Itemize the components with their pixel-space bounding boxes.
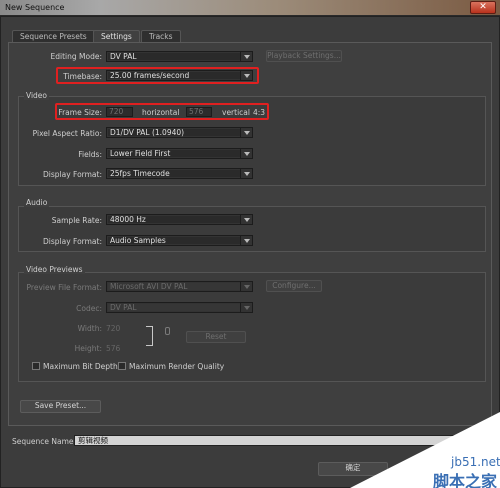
tab-sequence-presets[interactable]: Sequence Presets [12, 30, 95, 42]
max-bit-depth-label: Maximum Bit Depth [43, 362, 118, 371]
link-icon[interactable] [165, 327, 170, 335]
configure-button[interactable]: Configure... [266, 280, 322, 292]
sequence-name-input[interactable]: 剪辑视频 [74, 435, 488, 446]
reset-button[interactable]: Reset [186, 331, 246, 343]
chevron-down-icon [240, 303, 252, 312]
chevron-down-icon [240, 282, 252, 291]
width-label: Width: [77, 324, 102, 333]
horizontal-label: horizontal [142, 108, 180, 117]
audio-display-format-label: Display Format: [43, 237, 102, 246]
max-render-quality-checkbox[interactable] [118, 362, 126, 370]
preview-file-format-label: Preview File Format: [26, 283, 102, 292]
sequence-name-label: Sequence Name: [12, 437, 77, 446]
chevron-down-icon [240, 52, 252, 61]
tab-settings[interactable]: Settings [93, 30, 140, 42]
chevron-down-icon [240, 236, 252, 245]
timebase-label: Timebase: [63, 72, 102, 81]
timebase-value: 25.00 frames/second [110, 71, 190, 80]
preview-file-format-value: Microsoft AVI DV PAL [110, 282, 188, 291]
video-previews-group-title: Video Previews [24, 265, 85, 274]
pixel-aspect-label: Pixel Aspect Ratio: [32, 129, 102, 138]
chevron-down-icon [240, 149, 252, 158]
sample-rate-label: Sample Rate: [51, 216, 102, 225]
codec-select[interactable]: DV PAL [106, 302, 253, 313]
ok-button[interactable]: 确定 [318, 462, 388, 476]
editing-mode-value: DV PAL [110, 52, 137, 61]
max-render-quality-label: Maximum Render Quality [129, 362, 225, 371]
sample-rate-value: 48000 Hz [110, 215, 146, 224]
max-bit-depth-checkbox[interactable] [32, 362, 40, 370]
audio-group-title: Audio [24, 198, 50, 207]
video-display-format-value: 25fps Timecode [110, 169, 170, 178]
chevron-down-icon [240, 169, 252, 178]
height-value[interactable]: 576 [106, 344, 120, 353]
watermark-name-text: 脚本之家 [433, 472, 498, 488]
frame-width-field[interactable]: 720 [106, 107, 133, 117]
sample-rate-select[interactable]: 48000 Hz [106, 214, 253, 225]
video-display-format-label: Display Format: [43, 170, 102, 179]
watermark-site-text: jb51.net [451, 455, 500, 469]
audio-display-format-value: Audio Samples [110, 236, 166, 245]
height-label: Height: [74, 344, 102, 353]
tab-tracks[interactable]: Tracks [141, 30, 181, 42]
dimension-bracket [146, 326, 153, 346]
timebase-select[interactable]: 25.00 frames/second [106, 70, 253, 81]
frame-size-label: Frame Size: [58, 108, 102, 117]
close-button[interactable]: ✕ [470, 1, 496, 14]
save-preset-button[interactable]: Save Preset... [20, 400, 101, 413]
chevron-down-icon [240, 215, 252, 224]
fields-select[interactable]: Lower Field First [106, 148, 253, 159]
window-title: New Sequence [5, 3, 65, 12]
vertical-label: vertical [222, 108, 250, 117]
chevron-down-icon [240, 128, 252, 137]
editing-mode-select[interactable]: DV PAL [106, 51, 253, 62]
preview-file-format-select[interactable]: Microsoft AVI DV PAL [106, 281, 253, 292]
title-bar: New Sequence ✕ [0, 0, 500, 16]
chevron-down-icon [240, 71, 252, 80]
editing-mode-label: Editing Mode: [50, 52, 102, 61]
width-value[interactable]: 720 [106, 324, 120, 333]
playback-settings-button[interactable]: Playback Settings... [266, 50, 342, 62]
audio-display-format-select[interactable]: Audio Samples [106, 235, 253, 246]
video-display-format-select[interactable]: 25fps Timecode [106, 168, 253, 179]
codec-label: Codec: [76, 304, 102, 313]
frame-height-field[interactable]: 576 [186, 107, 212, 117]
aspect-ratio-text: 4:3 [253, 108, 266, 117]
pixel-aspect-value: D1/DV PAL (1.0940) [110, 128, 185, 137]
video-group-title: Video [24, 91, 50, 100]
fields-value: Lower Field First [110, 149, 171, 158]
fields-label: Fields: [78, 150, 102, 159]
codec-value: DV PAL [110, 303, 137, 312]
pixel-aspect-select[interactable]: D1/DV PAL (1.0940) [106, 127, 253, 138]
